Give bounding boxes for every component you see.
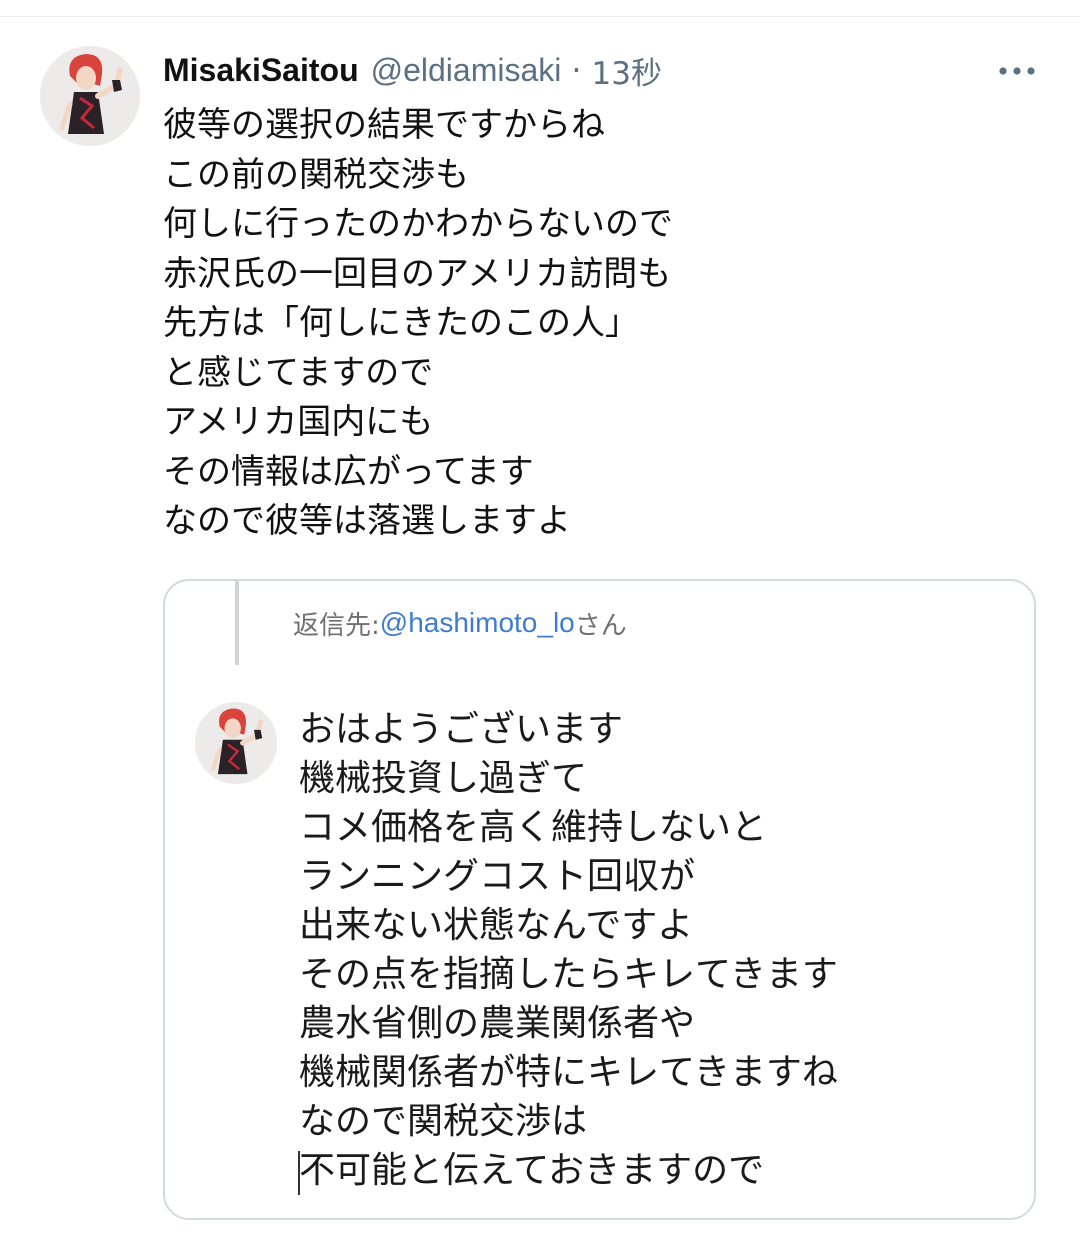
tweet-text: 彼等の選択の結果ですからね この前の関税交渉も 何しに行ったのかわからないので … [163, 101, 1023, 547]
reply-to-handle-link[interactable]: @hashimoto_lo [380, 607, 575, 639]
more-options-button[interactable] [994, 58, 1040, 84]
quoted-text-line: 出来ない状態なんですよ [299, 905, 694, 946]
reply-thread-line [235, 581, 239, 665]
quoted-text-line: コメ価格を高く維持しないと [299, 807, 768, 848]
quoted-text-line: 不可能と伝えておきますので [299, 1150, 765, 1191]
tweet-text-line: 何しに行ったのかわからないので [163, 204, 673, 244]
more-horizontal-icon [999, 67, 1035, 75]
quoted-author-avatar[interactable] [195, 702, 277, 784]
text-cursor [298, 1151, 300, 1195]
author-name[interactable]: MisakiSaitou [163, 52, 359, 89]
quoted-reply-text: おはようございます 機械投資し過ぎて コメ価格を高く維持しないと ランニングコス… [299, 705, 1019, 1195]
reply-to-label: 返信先: [293, 610, 380, 641]
tweet-text-line: 赤沢氏の一回目のアメリカ訪問も [163, 253, 672, 294]
tweet-text-line: 彼等の選択の結果ですからね [163, 105, 605, 145]
author-handle[interactable]: @eldiamisaki [371, 52, 562, 89]
quoted-text-line: その点を指摘したらキレてきます [299, 954, 838, 995]
quoted-text-line: 機械投資し過ぎて [299, 758, 588, 799]
tweet-header: MisakiSaitou @eldiamisaki · 13秒 [163, 48, 662, 93]
tweet-text-line: アメリカ国内にも [163, 402, 434, 442]
reply-context: 返信先: @hashimoto_lo さん [293, 603, 627, 643]
reply-to-suffix: さん [574, 610, 627, 641]
quoted-text-line: おはようございます [299, 709, 624, 750]
quoted-text-line: 機械関係者が特にキレてきますね [299, 1052, 838, 1093]
attached-screenshot-card[interactable]: 返信先: @hashimoto_lo さん おはようございます 機械投資し過ぎて… [163, 579, 1036, 1220]
quoted-text-line: なので関税交渉は [299, 1101, 588, 1142]
tweet-text-line: と感じてますので [163, 352, 434, 393]
top-divider [0, 16, 1080, 17]
header-separator: · [571, 51, 582, 89]
tweet-text-line: この前の関税交渉も [163, 154, 469, 195]
quoted-text-line: 農水省側の農業関係者や [299, 1003, 696, 1044]
quoted-text-line: ランニングコスト回収が [299, 856, 696, 897]
tweet-text-line: その情報は広がってます [163, 451, 534, 492]
tweet-text-line: 先方は「何しにきたのこの人」 [163, 303, 639, 343]
tweet-text-line: なので彼等は落選しますよ [163, 501, 571, 541]
tweet-timestamp[interactable]: 13秒 [592, 48, 662, 93]
author-avatar[interactable] [40, 46, 140, 146]
